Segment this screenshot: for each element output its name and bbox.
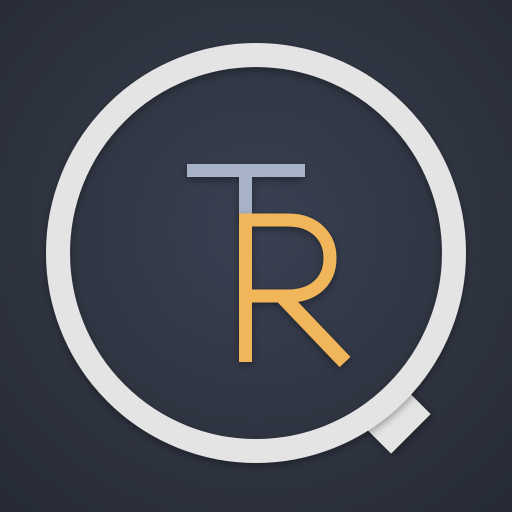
magnifier-ring bbox=[46, 43, 466, 463]
app-icon bbox=[0, 0, 512, 512]
magnifier-tr-logo-icon bbox=[46, 43, 466, 463]
letter-r bbox=[239, 213, 351, 368]
letter-t bbox=[187, 164, 305, 220]
